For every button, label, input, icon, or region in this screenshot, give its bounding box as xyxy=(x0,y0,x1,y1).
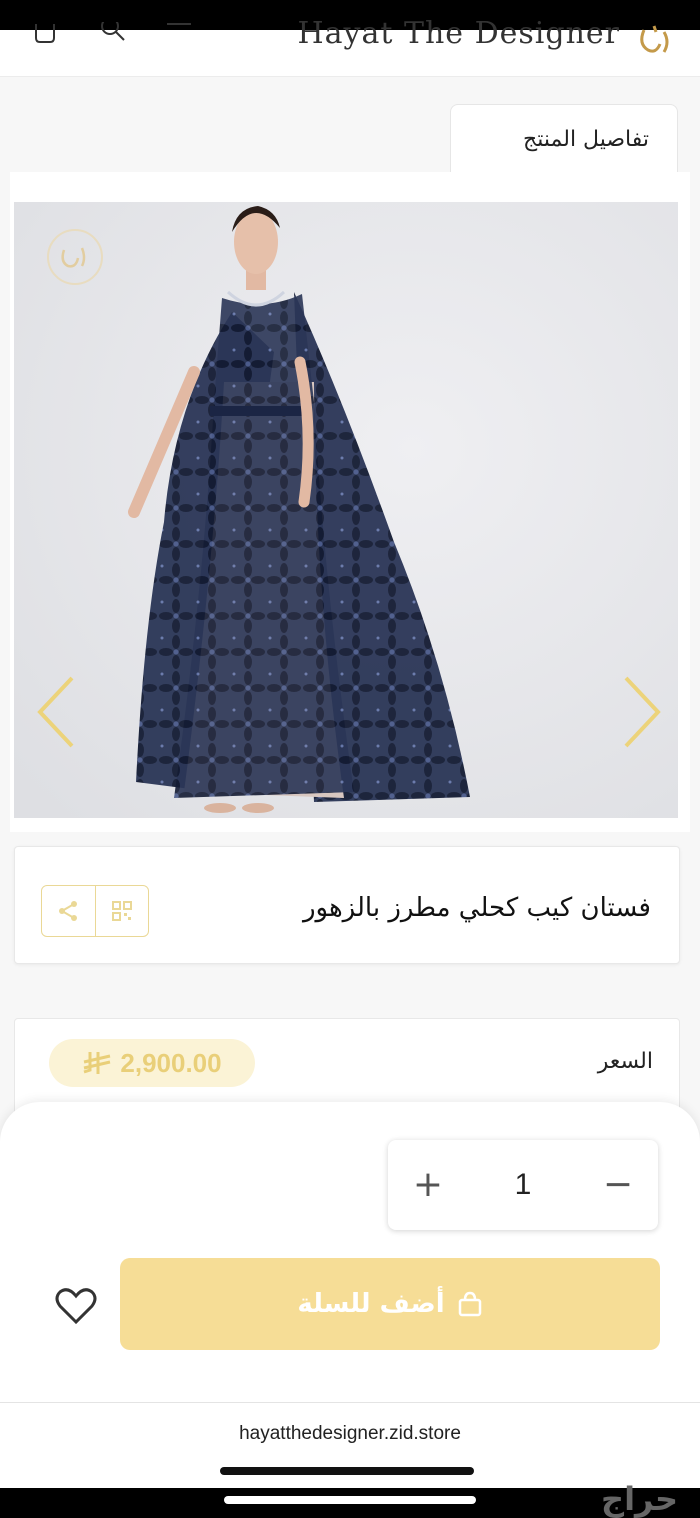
product-title-card: فستان كيب كحلي مطرز بالزهور xyxy=(14,846,680,964)
product-image-gallery[interactable] xyxy=(14,202,678,818)
qr-code-button[interactable] xyxy=(94,886,149,936)
qr-code-icon xyxy=(111,901,132,921)
price-badge: 2,900.00 xyxy=(49,1039,255,1087)
site-header: Hayat The Designer xyxy=(0,16,700,77)
browser-home-indicator xyxy=(220,1467,474,1475)
quantity-value[interactable]: 1 xyxy=(498,1162,548,1208)
riyal-currency-icon xyxy=(83,1052,111,1074)
haraj-watermark: حراج xyxy=(601,1480,678,1518)
shopping-bag-icon xyxy=(458,1291,481,1317)
quantity-stepper: + 1 − xyxy=(388,1140,658,1230)
home-indicator[interactable] xyxy=(224,1496,476,1504)
system-bottom-bar xyxy=(0,1488,700,1518)
browser-url-bar[interactable]: hayatthedesigner.zid.store xyxy=(0,1402,700,1489)
tab-label: تفاصيل المنتج xyxy=(523,127,649,152)
menu-icon[interactable] xyxy=(166,22,192,44)
product-photo xyxy=(14,202,678,818)
brand-logo-icon[interactable] xyxy=(634,24,678,60)
share-icon xyxy=(59,901,78,921)
wishlist-heart-icon[interactable] xyxy=(54,1284,98,1328)
add-to-cart-button[interactable]: أضف للسلة xyxy=(120,1258,660,1350)
product-title: فستان كيب كحلي مطرز بالزهور xyxy=(302,893,651,923)
cart-icon[interactable] xyxy=(32,22,58,44)
gallery-prev-arrow-icon[interactable] xyxy=(34,672,78,752)
quantity-decrease-button[interactable]: − xyxy=(600,1160,636,1210)
tab-product-details[interactable]: تفاصيل المنتج xyxy=(450,104,678,173)
brand-watermark-icon xyxy=(47,229,103,285)
brand-name[interactable]: Hayat The Designer xyxy=(297,16,620,51)
search-icon[interactable] xyxy=(100,22,126,44)
quantity-increase-button[interactable]: + xyxy=(410,1160,446,1210)
browser-url[interactable]: hayatthedesigner.zid.store xyxy=(0,1423,700,1445)
product-action-group xyxy=(41,885,149,937)
price-label: السعر xyxy=(597,1049,653,1074)
gallery-next-arrow-icon[interactable] xyxy=(620,672,664,752)
add-to-cart-label: أضف للسلة xyxy=(297,1289,445,1319)
price-value: 2,900.00 xyxy=(120,1047,222,1078)
add-to-cart-sheet: + 1 − أضف للسلة xyxy=(0,1102,700,1402)
share-button[interactable] xyxy=(42,886,95,936)
